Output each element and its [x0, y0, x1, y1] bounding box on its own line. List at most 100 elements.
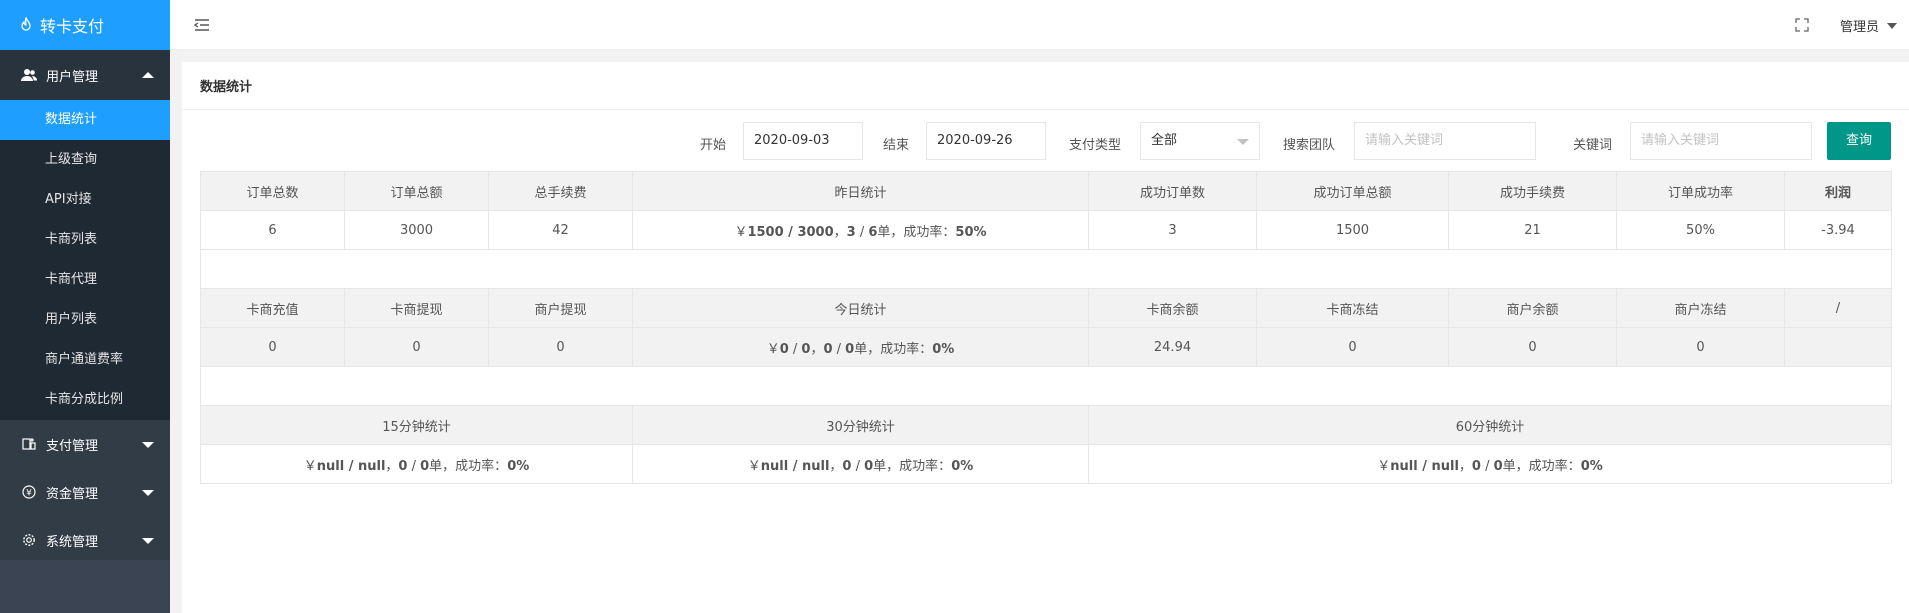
header-cell: 15分钟统计 — [200, 405, 633, 445]
fullscreen-icon[interactable] — [1795, 18, 1809, 32]
cell-empty — [1784, 327, 1892, 367]
start-date-label: 开始 — [700, 138, 727, 153]
sidebar-item-card-merchant-agent[interactable]: 卡商代理 — [0, 260, 170, 300]
sidebar-item-user-list[interactable]: 用户列表 — [0, 300, 170, 340]
cell-merchant-withdraw: 0 — [488, 327, 633, 367]
sidebar-item-channel-rate[interactable]: 商户通道费率 — [0, 340, 170, 380]
cell-60min-stats: ￥null / null，0 / 0单，成功率：0% — [1088, 444, 1892, 484]
cell-order-amount: 3000 — [344, 210, 489, 250]
sidebar-item-data-stats[interactable]: 数据统计 — [0, 100, 170, 140]
cell-success-rate: 50% — [1616, 210, 1785, 250]
header-cell: 卡商提现 — [344, 288, 489, 328]
table-row: 0 0 0 ￥0 / 0，0 / 0单，成功率：0% 24.94 0 0 0 — [200, 327, 1892, 367]
header-cell: 订单总数 — [200, 171, 345, 211]
menu-group-label: 支付管理 — [46, 438, 99, 454]
page-title: 数据统计 — [182, 62, 1909, 110]
team-search-label: 搜索团队 — [1283, 138, 1336, 153]
cell-merchant-frozen: 0 — [1616, 327, 1785, 367]
cell-success-count: 3 — [1088, 210, 1257, 250]
flame-icon — [21, 17, 31, 31]
cell-30min-stats: ￥null / null，0 / 0单，成功率：0% — [632, 444, 1089, 484]
cell-success-fee: 21 — [1448, 210, 1617, 250]
header-cell: 30分钟统计 — [632, 405, 1089, 445]
stats-table: 订单总数 订单总额 总手续费 昨日统计 成功订单数 成功订单总额 成功手续费 订… — [200, 171, 1892, 484]
header-cell: 60分钟统计 — [1088, 405, 1892, 445]
team-search-input[interactable]: 请输入关键词 — [1354, 122, 1536, 160]
header-cell: / — [1784, 288, 1892, 328]
header-cell: 成功订单总额 — [1256, 171, 1449, 211]
content-card: 数据统计 开始 2020-09-03 结束 2020-09-26 支付类型 全部… — [182, 62, 1909, 613]
table-header-row: 订单总数 订单总额 总手续费 昨日统计 成功订单数 成功订单总额 成功手续费 订… — [200, 171, 1892, 211]
table-spacer-row — [200, 249, 1892, 289]
pay-type-label: 支付类型 — [1069, 138, 1122, 153]
sidebar-item-superior-query[interactable]: 上级查询 — [0, 140, 170, 180]
menu-group-label: 用户管理 — [46, 69, 99, 85]
sidebar-item-share-ratio[interactable]: 卡商分成比例 — [0, 380, 170, 420]
sidebar: 转卡支付 用户管理 数据统计 上级查询 API对接 卡商列表 卡商代理 用户列表… — [0, 0, 170, 613]
payment-icon — [20, 436, 38, 452]
header-cell: 成功订单数 — [1088, 171, 1257, 211]
end-date-input[interactable]: 2020-09-26 — [926, 122, 1046, 160]
chevron-down-icon — [142, 442, 154, 448]
yen-icon: ¥ — [20, 484, 38, 500]
pay-type-select[interactable]: 全部 — [1140, 122, 1260, 160]
sidebar-item-api[interactable]: API对接 — [0, 180, 170, 220]
menu-group-user-management[interactable]: 用户管理 — [0, 50, 170, 100]
header-cell: 商户冻结 — [1616, 288, 1785, 328]
svg-text:¥: ¥ — [26, 489, 32, 499]
users-icon — [20, 67, 38, 83]
filter-bar: 开始 2020-09-03 结束 2020-09-26 支付类型 全部 搜索团队… — [182, 122, 1909, 162]
header-cell: 成功手续费 — [1448, 171, 1617, 211]
submenu-user-management: 数据统计 上级查询 API对接 卡商列表 卡商代理 用户列表 商户通道费率 卡商… — [0, 100, 170, 420]
menu-group-label: 资金管理 — [46, 486, 99, 502]
admin-user-menu[interactable]: 管理员 — [1840, 16, 1879, 35]
table-header-row: 15分钟统计 30分钟统计 60分钟统计 — [200, 405, 1892, 445]
table-row: 6 3000 42 ￥1500 / 3000，3 / 6单，成功率：50% 3 … — [200, 210, 1892, 250]
app-title: 转卡支付 — [40, 17, 105, 36]
cell-success-amount: 1500 — [1256, 210, 1449, 250]
chevron-down-icon — [142, 490, 154, 496]
query-button[interactable]: 查询 — [1827, 122, 1891, 160]
table-header-row: 卡商充值 卡商提现 商户提现 今日统计 卡商余额 卡商冻结 商户余额 商户冻结 … — [200, 288, 1892, 328]
header-cell: 商户余额 — [1448, 288, 1617, 328]
chevron-up-icon — [142, 72, 154, 78]
chevron-down-icon — [1237, 139, 1249, 145]
header-cell: 昨日统计 — [632, 171, 1089, 211]
header-cell: 今日统计 — [632, 288, 1089, 328]
cell-profit: -3.94 — [1784, 210, 1892, 250]
cell-merchant-balance: 0 — [1448, 327, 1617, 367]
cell-today-stats: ￥0 / 0，0 / 0单，成功率：0% — [632, 327, 1089, 367]
app-logo[interactable]: 转卡支付 — [0, 0, 170, 50]
sidebar-item-card-merchant-list[interactable]: 卡商列表 — [0, 220, 170, 260]
menu-group-label: 系统管理 — [46, 534, 99, 550]
header-cell: 卡商冻结 — [1256, 288, 1449, 328]
menu-group-funds[interactable]: ¥ 资金管理 — [0, 468, 170, 516]
sidebar-footer — [0, 560, 170, 613]
cell-order-count: 6 — [200, 210, 345, 250]
header-cell: 卡商余额 — [1088, 288, 1257, 328]
chevron-down-icon — [142, 538, 154, 544]
cell-card-withdraw: 0 — [344, 327, 489, 367]
end-date-label: 结束 — [883, 138, 910, 153]
keyword-input[interactable]: 请输入关键词 — [1630, 122, 1812, 160]
menu-toggle-icon[interactable] — [194, 18, 210, 32]
gear-icon — [20, 532, 38, 548]
header-cell: 商户提现 — [488, 288, 633, 328]
top-header: 管理员 — [170, 0, 1909, 50]
header-cell: 订单总额 — [344, 171, 489, 211]
cell-card-balance: 24.94 — [1088, 327, 1257, 367]
cell-card-frozen: 0 — [1256, 327, 1449, 367]
header-cell: 订单成功率 — [1616, 171, 1785, 211]
cell-total-fee: 42 — [488, 210, 633, 250]
menu-group-system[interactable]: 系统管理 — [0, 516, 170, 564]
cell-card-recharge: 0 — [200, 327, 345, 367]
start-date-input[interactable]: 2020-09-03 — [743, 122, 863, 160]
header-cell: 卡商充值 — [200, 288, 345, 328]
menu-group-payment[interactable]: 支付管理 — [0, 420, 170, 468]
keyword-label: 关键词 — [1573, 138, 1613, 153]
header-cell: 利润 — [1784, 171, 1892, 211]
cell-15min-stats: ￥null / null，0 / 0单，成功率：0% — [200, 444, 633, 484]
chevron-down-icon[interactable] — [1887, 23, 1897, 29]
header-cell: 总手续费 — [488, 171, 633, 211]
pay-type-value: 全部 — [1151, 133, 1178, 148]
